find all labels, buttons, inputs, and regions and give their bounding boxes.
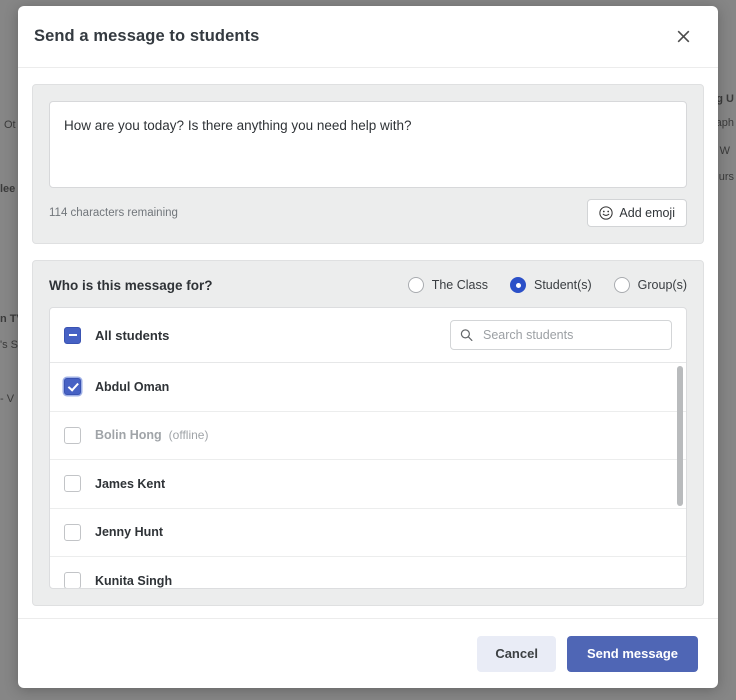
smiley-face-icon: [599, 206, 614, 220]
list-item[interactable]: Abdul Oman: [50, 363, 686, 412]
student-name: Abdul Oman: [95, 379, 170, 394]
radio-students-label: Student(s): [534, 278, 592, 292]
page-title: Send a message to students: [34, 27, 260, 45]
student-name: James Kent: [95, 476, 166, 491]
close-icon[interactable]: [670, 24, 696, 50]
add-emoji-button[interactable]: Add emoji: [587, 199, 687, 227]
radio-the-class-label: The Class: [431, 278, 488, 292]
select-all-row[interactable]: All students: [50, 308, 686, 363]
modal-footer: Cancel Send message: [18, 618, 718, 688]
list-item[interactable]: Bolin Hong (offline): [50, 412, 686, 460]
page-root: Ot lee n TV 's S - V g U aph W urs Send …: [0, 0, 736, 700]
audience-radio-group: The Class Student(s) Group(s): [407, 277, 687, 293]
student-list[interactable]: Abdul Oman Bolin Hong (offline) James Ke…: [50, 363, 686, 588]
send-message-modal: Send a message to students How are you t…: [18, 6, 718, 688]
radio-groups[interactable]: Group(s): [613, 277, 687, 293]
radio-dot-icon: [613, 277, 630, 293]
search-input[interactable]: [450, 320, 672, 350]
message-input[interactable]: How are you today? Is there anything you…: [49, 101, 687, 188]
send-message-button[interactable]: Send message: [566, 635, 698, 672]
radio-students[interactable]: Student(s): [510, 277, 592, 293]
radio-the-class[interactable]: The Class: [407, 277, 488, 293]
student-checkbox[interactable]: [64, 523, 81, 541]
student-checkbox[interactable]: [64, 426, 81, 444]
student-checkbox[interactable]: [64, 475, 81, 493]
student-name: Kunita Singh: [95, 573, 173, 588]
student-checkbox[interactable]: [64, 378, 81, 396]
student-list-scrollbar[interactable]: [676, 363, 684, 588]
audience-header: Who is this message for? The Class Stude…: [49, 277, 687, 293]
add-emoji-label: Add emoji: [619, 206, 675, 220]
list-item[interactable]: James Kent: [50, 460, 686, 509]
audience-question: Who is this message for?: [49, 277, 213, 293]
list-item[interactable]: Jenny Hunt: [50, 509, 686, 557]
student-checkbox[interactable]: [64, 572, 81, 588]
student-selector: All students Search students Abdul Oman …: [49, 307, 687, 589]
scrollbar-thumb[interactable]: [677, 366, 683, 506]
student-name: Jenny Hunt: [95, 525, 164, 540]
audience-panel: Who is this message for? The Class Stude…: [32, 260, 704, 606]
message-meta-row: 114 characters remaining Add emoji: [49, 199, 687, 227]
list-item[interactable]: Kunita Singh: [50, 557, 686, 588]
message-panel: How are you today? Is there anything you…: [32, 84, 704, 244]
radio-dot-selected-icon: [510, 277, 526, 293]
modal-body: How are you today? Is there anything you…: [18, 68, 718, 618]
student-name: Bolin Hong: [95, 428, 162, 443]
radio-dot-icon: [407, 277, 424, 293]
select-all-checkbox[interactable]: [64, 326, 81, 344]
modal-header: Send a message to students: [18, 6, 718, 68]
select-all-label: All students: [95, 327, 170, 343]
student-status: (offline): [168, 428, 209, 443]
search-students-box: [450, 320, 672, 350]
radio-groups-label: Group(s): [637, 278, 687, 292]
character-count: 114 characters remaining: [49, 207, 178, 219]
cancel-button[interactable]: Cancel: [477, 635, 556, 672]
